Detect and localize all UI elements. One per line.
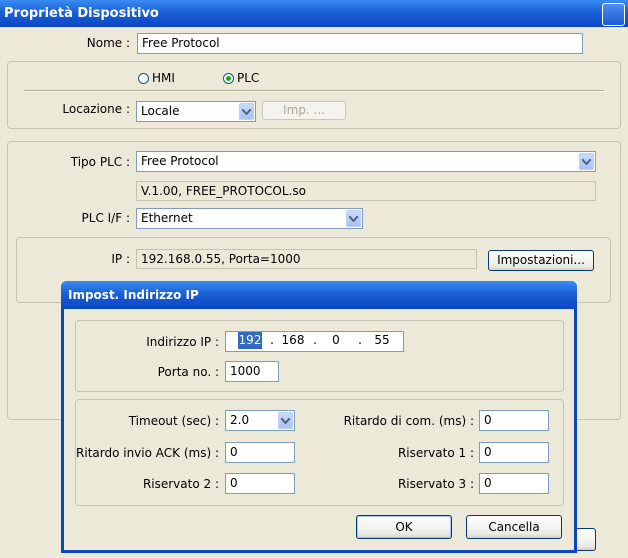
location-combo[interactable]: Locale (136, 101, 256, 122)
timeout-label: Timeout (sec) : (128, 414, 219, 428)
ok-button[interactable]: OK (356, 515, 452, 539)
reserved2-input[interactable]: 0 (225, 473, 295, 494)
com-delay-label: Ritardo di com. (ms) : (343, 414, 474, 428)
location-label: Locazione : (62, 102, 130, 116)
chevron-down-icon[interactable] (278, 412, 293, 429)
port-label: Porta no. : (157, 365, 219, 379)
chevron-down-icon[interactable] (346, 210, 361, 227)
ip-octet-3[interactable]: 0 (328, 332, 344, 349)
window-titlebar: Proprietà Dispositivo (0, 0, 628, 27)
ack-delay-input[interactable]: 0 (225, 442, 295, 463)
imp-button[interactable]: Imp. ... (262, 101, 346, 120)
ip-octet-4[interactable]: 55 (370, 332, 394, 349)
plc-type-combo[interactable]: Free Protocol (136, 151, 596, 172)
radio-plc-dot (226, 76, 231, 81)
timeout-value: 2.0 (230, 413, 250, 427)
settings-button[interactable]: Impostazioni... (488, 250, 594, 271)
ip-dot: . (270, 333, 274, 347)
plc-type-label: Tipo PLC : (70, 155, 130, 169)
driver-info: V.1.00, FREE_PROTOCOL.so (136, 181, 596, 201)
com-delay-input[interactable]: 0 (479, 410, 549, 431)
reserved3-label: Riservato 3 : (397, 477, 474, 491)
radio-hmi-label: HMI (152, 71, 175, 85)
plc-type-value: Free Protocol (141, 154, 219, 168)
reserved1-input[interactable]: 0 (479, 442, 549, 463)
chevron-down-icon[interactable] (239, 103, 254, 120)
ack-delay-label: Ritardo invio ACK (ms) : (76, 446, 219, 460)
group-separator (24, 90, 604, 92)
reserved3-input[interactable]: 0 (479, 473, 549, 494)
ip-label: IP : (111, 252, 130, 266)
cancel-button[interactable]: Cancella (466, 515, 562, 539)
location-value: Locale (141, 104, 180, 118)
ip-dialog-title: Impost. Indirizzo IP (68, 288, 199, 302)
window-title: Proprietà Dispositivo (4, 6, 159, 21)
ip-address-input[interactable]: 192 . 168 . 0 . 55 (225, 331, 404, 352)
ip-dot: . (358, 333, 362, 347)
radio-plc[interactable] (223, 73, 234, 84)
ip-octet-2[interactable]: 168 (280, 332, 306, 349)
ip-address-label: Indirizzo IP : (146, 335, 219, 349)
name-input[interactable]: Free Protocol (137, 33, 583, 54)
reserved2-label: Riservato 2 : (142, 477, 219, 491)
plc-if-value: Ethernet (141, 211, 193, 225)
name-label: Nome : (86, 36, 130, 50)
plc-if-label: PLC I/F : (81, 211, 130, 225)
timeout-combo[interactable]: 2.0 (225, 410, 295, 431)
ip-dialog-titlebar: Impost. Indirizzo IP (61, 281, 577, 309)
ip-summary: 192.168.0.55, Porta=1000 (136, 249, 477, 269)
plc-if-combo[interactable]: Ethernet (136, 208, 363, 229)
port-input[interactable]: 1000 (225, 361, 279, 382)
ip-dot: . (313, 333, 317, 347)
close-icon[interactable] (602, 3, 625, 26)
radio-hmi[interactable] (138, 73, 149, 84)
reserved1-label: Riservato 1 : (397, 446, 474, 460)
radio-plc-label: PLC (237, 71, 260, 85)
ip-octet-1[interactable]: 192 (238, 332, 262, 349)
chevron-down-icon[interactable] (579, 153, 594, 170)
